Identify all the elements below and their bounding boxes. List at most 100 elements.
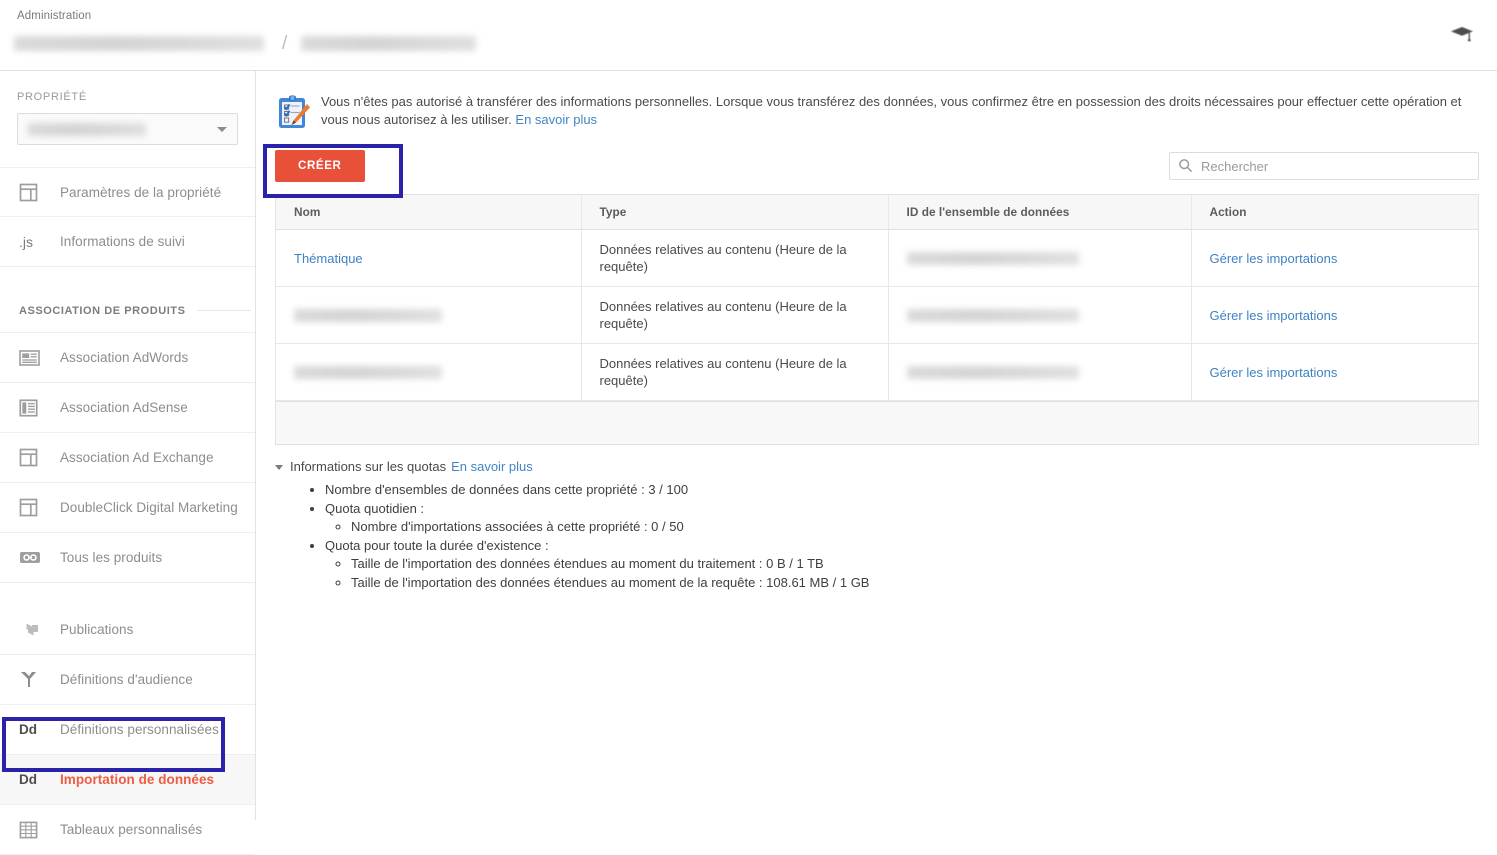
column-header-dataset-id[interactable]: ID de l'ensemble de données <box>888 195 1192 230</box>
quota-title: Informations sur les quotas <box>290 459 447 474</box>
quota-learn-more-link[interactable]: En savoir plus <box>451 459 533 474</box>
data-import-table-wrapper: Nom Type ID de l'ensemble de données Act… <box>275 194 1479 445</box>
sidebar-item-data-import[interactable]: Dd Importation de données <box>0 755 255 805</box>
privacy-notice-body: Vous n'êtes pas autorisé à transférer de… <box>321 94 1462 127</box>
table-header-row: Nom Type ID de l'ensemble de données Act… <box>276 195 1478 230</box>
quota-section: Informations sur les quotas En savoir pl… <box>275 459 1479 592</box>
Dd-icon: Dd <box>19 772 37 787</box>
sidebar-item-custom-tables[interactable]: Tableaux personnalisés <box>0 805 255 855</box>
cell-dataset-id <box>888 229 1192 287</box>
link-chain-icon <box>19 546 46 570</box>
data-import-table: Nom Type ID de l'ensemble de données Act… <box>276 195 1478 401</box>
table-row: Thématique Données relatives au contenu … <box>276 229 1478 287</box>
quota-item: Quota pour toute la durée d'existence : … <box>325 537 1479 593</box>
breadcrumb-account-redacted[interactable] <box>14 35 264 51</box>
dataset-name-redacted[interactable] <box>294 365 442 379</box>
table-row: Données relatives au contenu (Heure de l… <box>276 286 1478 344</box>
quota-sublist: Taille de l'importation des données éten… <box>325 555 1479 592</box>
sidebar-item-label: Publications <box>60 622 134 637</box>
manage-imports-link[interactable]: Gérer les importations <box>1210 365 1338 380</box>
grid-table-icon <box>19 818 46 842</box>
Dd-icon: Dd <box>19 722 37 737</box>
breadcrumb[interactable]: / <box>14 28 477 58</box>
breadcrumb-separator: / <box>282 32 288 54</box>
column-header-type[interactable]: Type <box>581 195 889 230</box>
dataset-name-redacted[interactable] <box>294 308 442 322</box>
cell-action: Gérer les importations <box>1191 286 1478 344</box>
cell-name <box>276 286 582 344</box>
cell-dataset-id <box>888 343 1192 401</box>
search-input[interactable] <box>1169 152 1479 180</box>
sidebar-item-label: Importation de données <box>60 772 215 787</box>
sidebar-item-label: Paramètres de la propriété <box>60 184 222 200</box>
cell-type: Données relatives au contenu (Heure de l… <box>581 343 889 401</box>
sidebar-item-label: Définitions d'audience <box>60 672 193 687</box>
sidebar-item-tracking-info[interactable]: .js Informations de suivi <box>0 217 255 267</box>
cell-dataset-id <box>888 286 1192 344</box>
breadcrumb-property-redacted[interactable] <box>301 35 477 51</box>
property-selector-block: PROPRIÉTÉ <box>0 71 255 145</box>
sidebar-section-product-linking: ASSOCIATION DE PRODUITS <box>0 289 255 333</box>
sidebar-item-adwords-linking[interactable]: Association AdWords <box>0 333 255 383</box>
quota-subitem: Nombre d'importations associées à cette … <box>351 518 1479 537</box>
sidebar: PROPRIÉTÉ Paramètres de la propriété .js… <box>0 71 256 855</box>
sidebar-item-custom-definitions[interactable]: Dd Définitions personnalisées <box>0 705 255 755</box>
cell-action: Gérer les importations <box>1191 343 1478 401</box>
create-button[interactable]: CRÉER <box>275 150 365 182</box>
sidebar-item-property-settings[interactable]: Paramètres de la propriété <box>0 167 255 217</box>
sidebar-item-label: Informations de suivi <box>60 234 185 249</box>
main-content: Vous n'êtes pas autorisé à transférer de… <box>257 71 1497 820</box>
table-footer <box>276 401 1478 445</box>
table-row: Données relatives au contenu (Heure de l… <box>276 343 1478 401</box>
manage-imports-link[interactable]: Gérer les importations <box>1210 251 1338 266</box>
manage-imports-link[interactable]: Gérer les importations <box>1210 308 1338 323</box>
layout-panel-icon <box>19 180 46 204</box>
adsense-list-icon <box>19 396 46 420</box>
quota-item: Quota quotidien : Nombre d'importations … <box>325 500 1479 537</box>
sidebar-item-adsense-linking[interactable]: Association AdSense <box>0 383 255 433</box>
search-box[interactable] <box>1169 152 1479 180</box>
column-header-nom[interactable]: Nom <box>276 195 582 230</box>
dataset-id-redacted <box>906 251 1079 265</box>
quota-item-text: Quota quotidien : <box>325 500 425 516</box>
table-toolbar: CRÉER <box>275 146 1479 186</box>
quota-item-text: Quota pour toute la durée d'existence : <box>325 537 549 553</box>
academy-button[interactable] <box>1445 22 1479 52</box>
quota-sublist: Nombre d'importations associées à cette … <box>325 518 1479 537</box>
cell-type: Données relatives au contenu (Heure de l… <box>581 286 889 344</box>
active-pointer-icon <box>231 768 244 792</box>
collapse-triangle-icon[interactable] <box>275 464 283 470</box>
chevron-down-icon <box>217 127 227 132</box>
quota-item: Nombre d'ensembles de données dans cette… <box>325 481 1479 500</box>
search-icon <box>1178 158 1193 178</box>
sidebar-item-doubleclick-digital-marketing[interactable]: DoubleClick Digital Marketing <box>0 483 255 533</box>
property-label: PROPRIÉTÉ <box>17 91 87 103</box>
dataset-id-redacted <box>906 308 1079 322</box>
property-select[interactable] <box>17 113 238 145</box>
sidebar-item-all-products[interactable]: Tous les produits <box>0 533 255 583</box>
learn-more-link[interactable]: En savoir plus <box>515 112 597 127</box>
privacy-notice-text: Vous n'êtes pas autorisé à transférer de… <box>321 93 1479 130</box>
property-value-redacted <box>28 122 146 136</box>
layout-panel-icon <box>19 446 46 470</box>
cell-name <box>276 343 582 401</box>
sidebar-item-publications[interactable]: Publications <box>0 605 255 655</box>
admin-label: Administration <box>17 10 92 22</box>
quota-subitem: Taille de l'importation des données éten… <box>351 555 1479 574</box>
dataset-name-link[interactable]: Thématique <box>294 251 363 266</box>
top-bar: Administration / <box>0 0 1497 71</box>
sidebar-item-label: Tous les produits <box>60 550 163 565</box>
column-header-action[interactable]: Action <box>1191 195 1478 230</box>
sidebar-item-label: Tableaux personnalisés <box>60 822 203 837</box>
sidebar-item-label: Définitions personnalisées <box>60 722 219 737</box>
sidebar-item-ad-exchange-linking[interactable]: Association Ad Exchange <box>0 433 255 483</box>
adwords-card-icon <box>19 346 46 370</box>
cell-action: Gérer les importations <box>1191 229 1478 287</box>
quota-subitem: Taille de l'importation des données éten… <box>351 574 1479 593</box>
sidebar-section-label: ASSOCIATION DE PRODUITS <box>19 304 186 317</box>
sidebar-item-audience-definitions[interactable]: Définitions d'audience <box>0 655 255 705</box>
cell-name: Thématique <box>276 229 582 287</box>
quota-header[interactable]: Informations sur les quotas En savoir pl… <box>275 459 1479 474</box>
graduation-cap-icon <box>1450 26 1474 48</box>
